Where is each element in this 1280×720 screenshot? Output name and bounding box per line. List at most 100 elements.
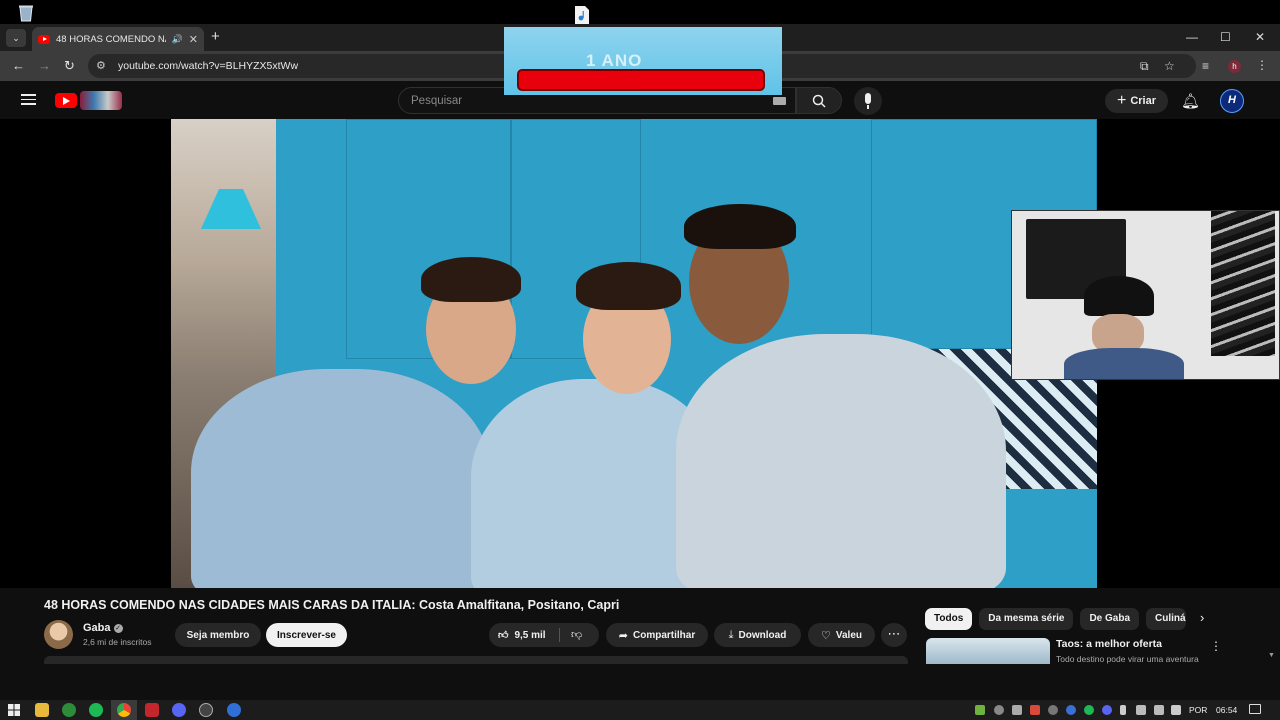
back-icon[interactable]: ← <box>12 58 25 73</box>
xbox-icon[interactable] <box>62 703 76 717</box>
streamer-cap <box>1084 276 1154 316</box>
person-left-shirt <box>191 369 491 588</box>
wifi-tray-icon[interactable] <box>1154 705 1164 715</box>
thanks-icon: ♡ <box>820 629 831 642</box>
voice-search-button[interactable] <box>854 87 882 115</box>
tab-title: 48 HORAS COMENDO NAS <box>56 33 166 45</box>
microphone-icon <box>865 93 871 104</box>
overlay-red-bar <box>517 69 765 91</box>
subscribe-button[interactable]: Inscrever-se <box>266 623 347 647</box>
search-button[interactable] <box>796 87 842 114</box>
channel-avatar[interactable] <box>44 620 73 649</box>
person-right-shirt <box>676 334 1006 588</box>
tab-search-button[interactable]: ⌄ <box>6 29 26 47</box>
notification-center-icon[interactable] <box>1249 704 1261 714</box>
subscriber-count: 2,6 mi de inscritos <box>83 637 152 647</box>
overlay-year-text: 1 ANO <box>586 51 643 70</box>
channel-name-text[interactable]: Gaba <box>83 622 111 634</box>
download-label: Download <box>738 629 787 641</box>
system-clock[interactable]: 06:54 <box>1216 705 1237 715</box>
input-language[interactable]: POR <box>1189 705 1207 715</box>
update-tray-icon[interactable] <box>1066 705 1076 715</box>
spotify-icon[interactable] <box>89 703 103 717</box>
youtube-logo-icon[interactable] <box>55 93 77 108</box>
new-tab-button[interactable]: + <box>211 28 220 45</box>
create-label: Criar <box>1130 95 1157 107</box>
menu-icon[interactable] <box>21 94 36 105</box>
site-info-icon[interactable]: ⚙ <box>96 59 106 72</box>
volume-tray-icon[interactable] <box>1171 705 1181 715</box>
like-count: 9,5 mil <box>514 629 546 641</box>
headset-tray-icon[interactable] <box>994 705 1004 715</box>
install-app-icon[interactable]: ⧉ <box>1140 59 1149 74</box>
recycle-bin-icon[interactable] <box>16 4 36 22</box>
browser-tab-youtube[interactable]: 48 HORAS COMENDO NAS 🔊 ✕ <box>32 27 204 51</box>
app-icon[interactable] <box>227 703 241 717</box>
close-tab-icon[interactable]: ✕ <box>189 33 198 46</box>
url-text[interactable]: youtube.com/watch?v=BLHYZX5xtWw <box>118 60 298 72</box>
join-button[interactable]: Seja membro <box>175 623 261 647</box>
maximize-button[interactable]: ☐ <box>1220 30 1231 44</box>
share-button[interactable]: ➦ Compartilhar <box>606 623 708 647</box>
video-frame[interactable] <box>171 119 1097 588</box>
obs-icon[interactable] <box>199 703 213 717</box>
file-explorer-icon[interactable] <box>35 703 49 717</box>
microphone-tray-icon[interactable] <box>1120 705 1126 715</box>
notifications-bell-icon[interactable]: 🔔︎ <box>1181 92 1200 110</box>
scroll-down-arrow-icon[interactable]: ▼ <box>1268 652 1275 659</box>
person-left-hair <box>421 257 521 302</box>
spotify-tray-icon[interactable] <box>1084 705 1094 715</box>
share-label: Compartilhar <box>632 629 696 641</box>
video-info: 48 HORAS COMENDO NAS CIDADES MAIS CARAS … <box>0 588 1280 700</box>
like-dislike-group: 👍︎ 9,5 mil 👎︎ <box>489 623 599 647</box>
stream-overlay-banner: 1 ANO <box>504 27 782 95</box>
create-button[interactable]: + Criar <box>1105 89 1168 113</box>
music-file-icon[interactable] <box>573 5 591 25</box>
channel-name[interactable]: Gaba ✓ <box>83 622 123 634</box>
browser-menu-icon[interactable]: ⋮ <box>1256 58 1268 72</box>
browser-profile-avatar[interactable]: h <box>1228 60 1241 73</box>
chip-all[interactable]: Todos <box>925 608 973 630</box>
account-avatar[interactable]: H <box>1220 89 1244 113</box>
youtube-favicon-icon <box>38 34 50 44</box>
discord-icon[interactable] <box>172 703 186 717</box>
media-controls-icon[interactable]: ≡ <box>1202 59 1209 73</box>
desktop-background <box>0 0 1280 24</box>
chip-cooking[interactable]: Culinária <box>1146 608 1187 630</box>
description-box[interactable] <box>44 656 908 664</box>
recommendation-thumbnail[interactable] <box>926 638 1050 664</box>
chip-same-series[interactable]: Da mesma série <box>979 608 1074 630</box>
speaker-icon[interactable]: 🔊 <box>172 34 183 45</box>
steam-tray-icon[interactable] <box>1048 705 1058 715</box>
app-tray-icon[interactable] <box>1030 705 1040 715</box>
search-placeholder: Pesquisar <box>411 95 463 107</box>
person-center-hair <box>576 262 681 310</box>
chrome-icon[interactable] <box>117 703 131 717</box>
forward-icon[interactable]: → <box>38 58 51 73</box>
download-button[interactable]: ⤓ Download <box>714 623 801 647</box>
thanks-button[interactable]: ♡ Valeu <box>808 623 875 647</box>
chat-tray-icon[interactable] <box>1136 705 1146 715</box>
reload-icon[interactable]: ↻ <box>64 58 75 74</box>
plus-icon: + <box>1116 92 1127 109</box>
like-button[interactable]: 👍︎ 9,5 mil <box>498 623 546 647</box>
nvidia-tray-icon[interactable] <box>975 705 985 715</box>
network-tray-icon[interactable] <box>1012 705 1022 715</box>
keyboard-icon[interactable] <box>773 97 786 105</box>
discord-tray-icon[interactable] <box>1102 705 1112 715</box>
microphone-stand <box>867 105 869 109</box>
more-actions-button[interactable]: ⋯ <box>881 623 907 647</box>
chip-from-channel[interactable]: De Gaba <box>1080 608 1140 630</box>
recommendation-menu-icon[interactable]: ⋮ <box>1210 639 1222 653</box>
chevron-right-icon[interactable]: › <box>1200 610 1204 625</box>
windows-start-icon[interactable] <box>7 703 21 717</box>
recommendation-subtitle: Todo destino pode virar uma aventura <box>1056 654 1199 664</box>
bookmark-star-icon[interactable]: ☆ <box>1164 59 1175 73</box>
recommendation-title[interactable]: Taos: a melhor oferta <box>1056 638 1162 650</box>
close-window-button[interactable]: ✕ <box>1255 30 1265 44</box>
dislike-button[interactable]: 👎︎ <box>571 628 582 641</box>
webcam-overlay <box>1011 210 1280 380</box>
youtube-doodle-logo[interactable] <box>80 91 122 110</box>
news-app-icon[interactable] <box>145 703 159 717</box>
minimize-button[interactable]: — <box>1186 30 1198 44</box>
